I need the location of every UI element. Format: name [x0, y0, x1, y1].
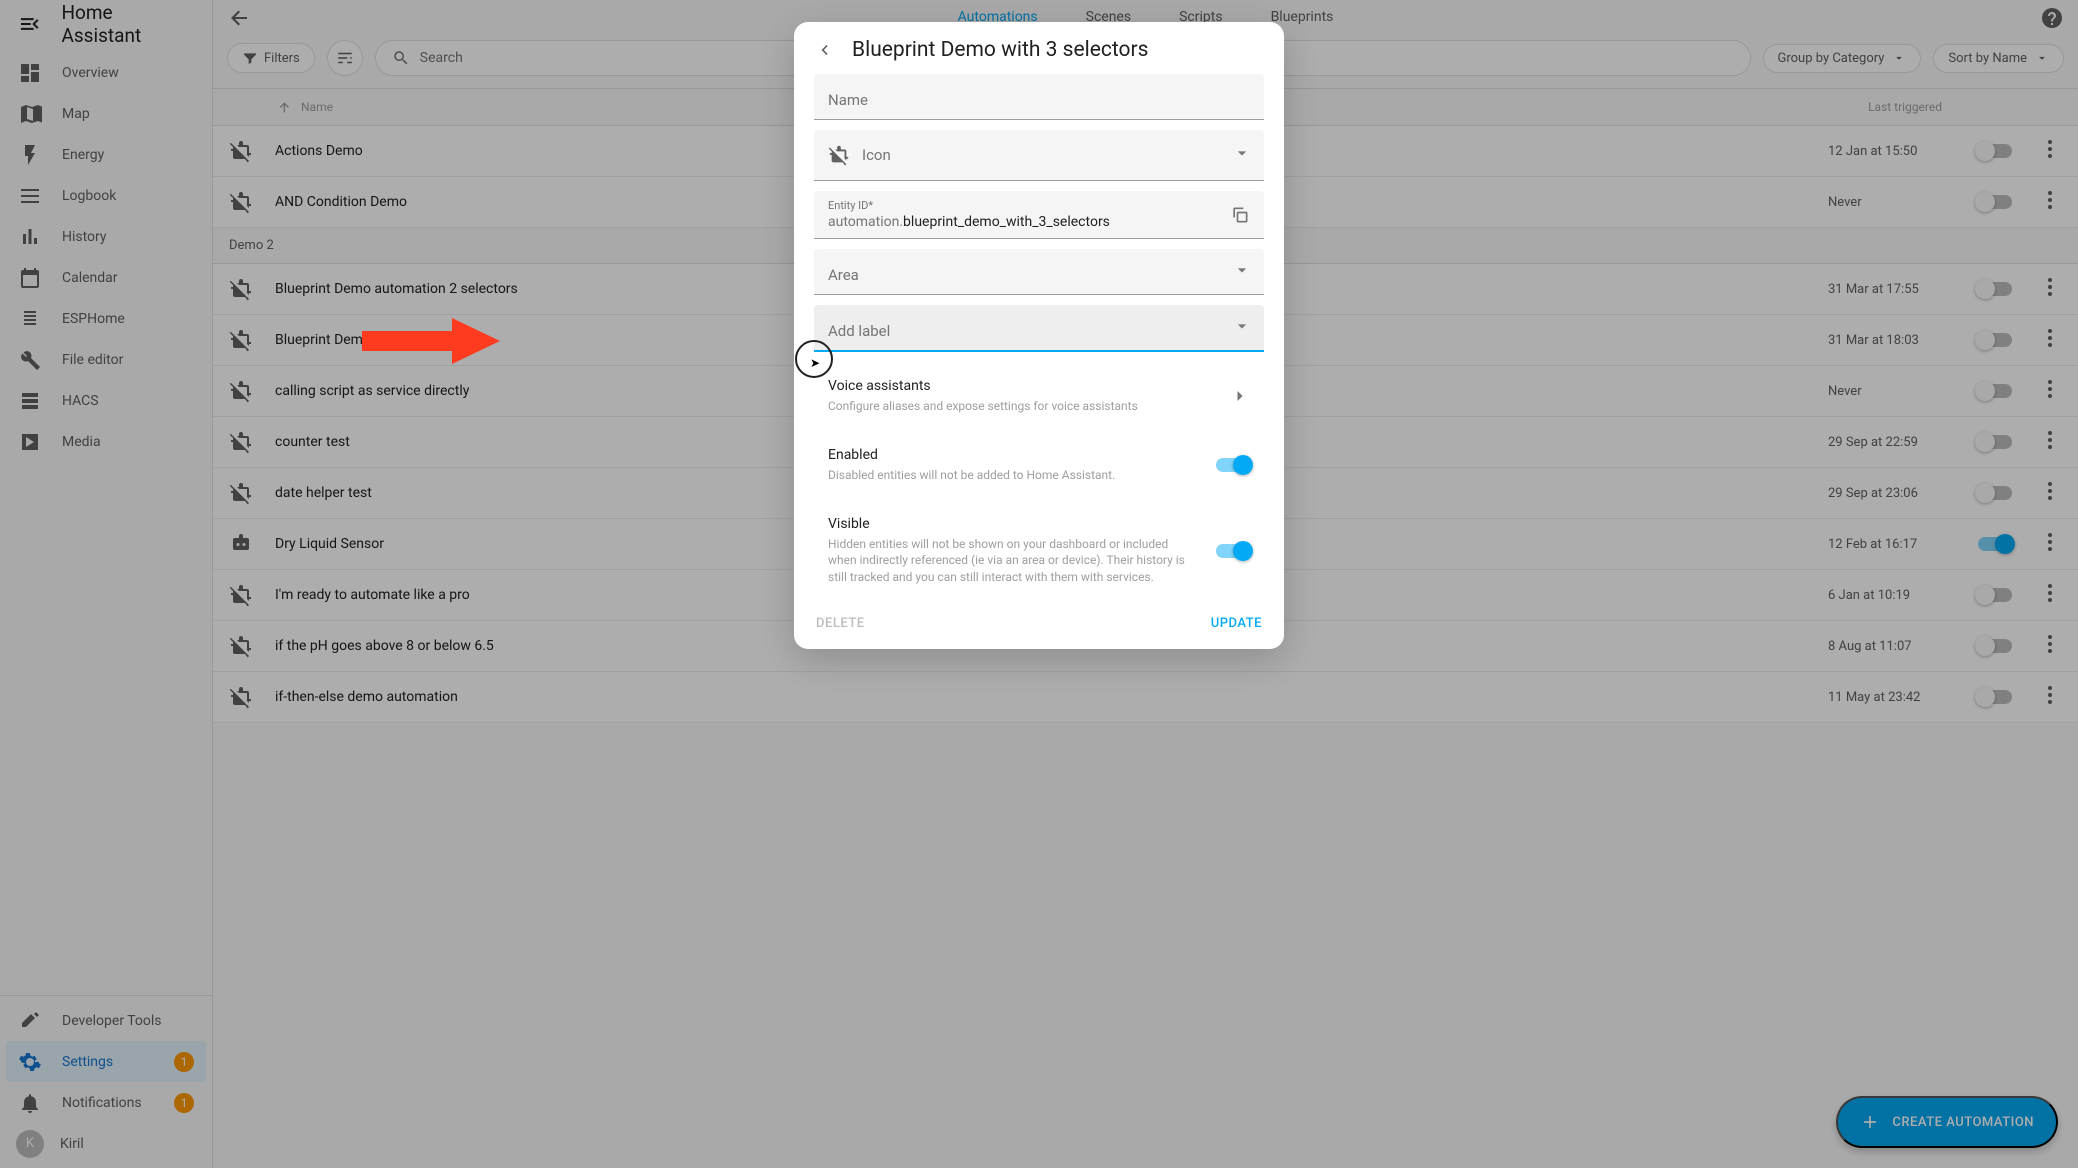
robot-off-icon — [828, 144, 850, 166]
area-field[interactable]: Area — [814, 249, 1264, 295]
chevron-down-icon — [1232, 260, 1252, 284]
copy-icon[interactable] — [1230, 205, 1250, 225]
dialog-back-button[interactable] — [814, 40, 834, 60]
dialog-title: Blueprint Demo with 3 selectors — [852, 38, 1148, 62]
name-field[interactable]: Name — [814, 74, 1264, 120]
chevron-down-icon — [1232, 143, 1252, 167]
entity-id-field[interactable]: Entity ID* automation.blueprint_demo_wit… — [814, 191, 1264, 239]
icon-field[interactable]: Icon — [814, 130, 1264, 181]
annotation-arrow — [362, 316, 2078, 1168]
annotation-cursor: ➤ — [810, 356, 820, 370]
